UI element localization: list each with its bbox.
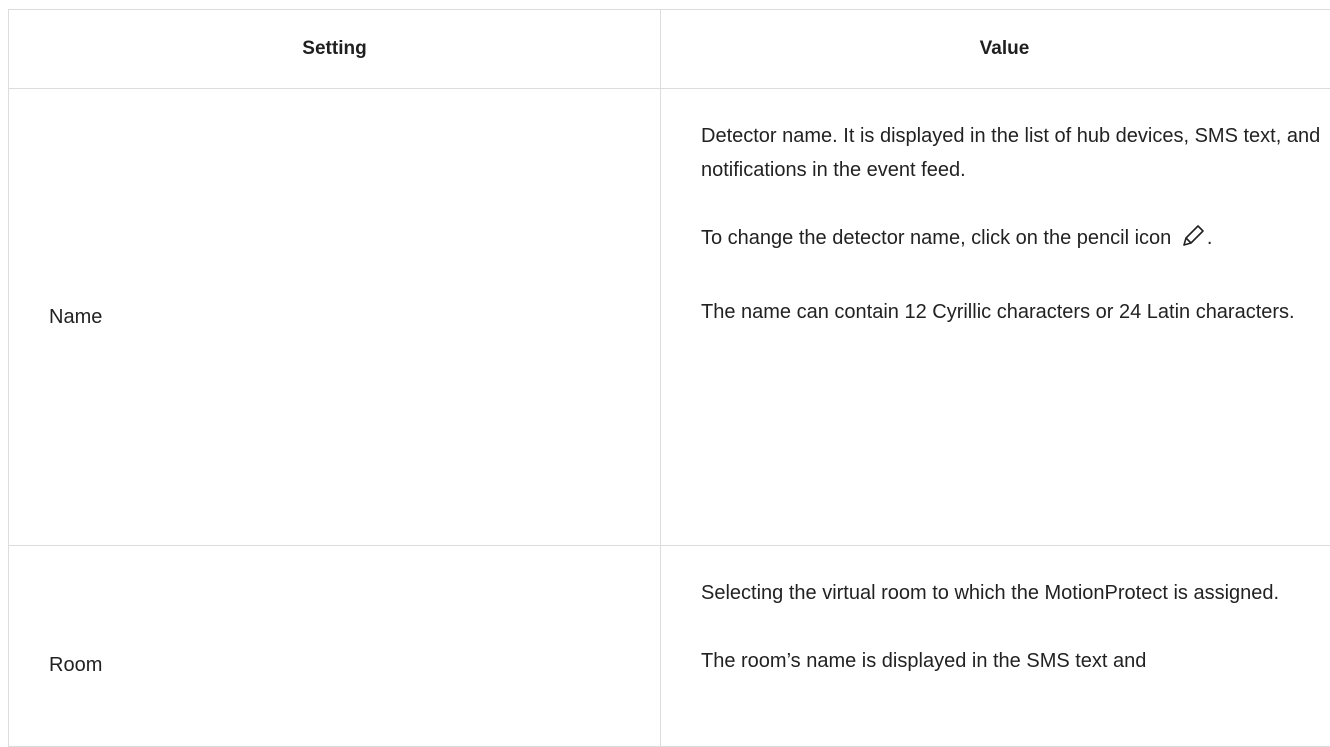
pencil-icon xyxy=(1179,222,1207,261)
description-paragraph: The room’s name is displayed in the SMS … xyxy=(701,650,1147,672)
setting-room-label: Room xyxy=(9,546,661,746)
table-row: Name Detector name. It is displayed in t… xyxy=(9,89,1330,546)
header-setting: Setting xyxy=(9,10,661,88)
description-paragraph: The name can contain 12 Cyrillic charact… xyxy=(701,301,1295,323)
description-paragraph: Selecting the virtual room to which the … xyxy=(701,582,1280,604)
setting-name-label: Name xyxy=(9,89,661,545)
settings-table: Setting Value Name Detector name. It is … xyxy=(8,9,1330,747)
setting-name-description: Detector name. It is displayed in the li… xyxy=(661,89,1330,545)
setting-room-description: Selecting the virtual room to which the … xyxy=(661,546,1330,746)
table-header-row: Setting Value xyxy=(9,10,1330,89)
table-row: Room Selecting the virtual room to which… xyxy=(9,546,1330,747)
description-text-end: . xyxy=(1206,227,1213,249)
description-text: To change the detector name, click on th… xyxy=(701,227,1172,249)
header-value: Value xyxy=(661,10,1330,88)
description-paragraph: Detector name. It is displayed in the li… xyxy=(701,125,1321,181)
description-paragraph: To change the detector name, click on th… xyxy=(701,221,1324,261)
